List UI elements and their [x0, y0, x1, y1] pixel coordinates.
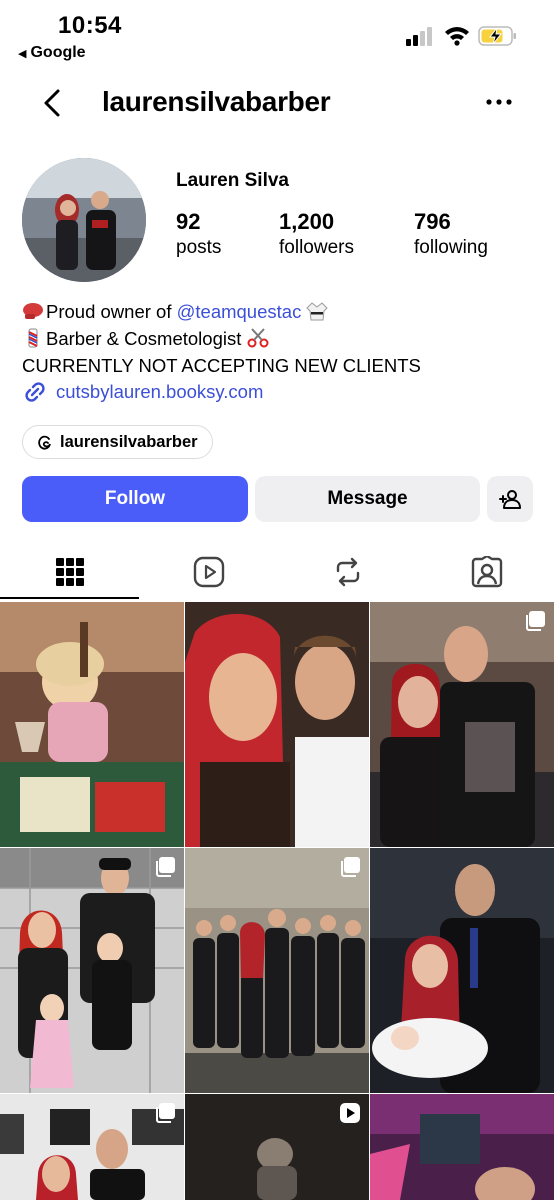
bio-line-2-text: Barber & Cosmetologist: [46, 328, 242, 349]
reels-icon: [193, 556, 224, 588]
bio-line-1: Proud owner of @teamquestac: [22, 298, 542, 325]
reposts-icon: [336, 557, 359, 587]
battery-icon: [478, 26, 516, 46]
status-time: 10:54: [58, 12, 122, 39]
post-thumbnail[interactable]: [370, 1094, 554, 1200]
profile-bio: Proud owner of @teamquestac Barber & Cos…: [22, 298, 542, 379]
follow-button[interactable]: Follow: [22, 476, 248, 522]
profile-external-link[interactable]: cutsbylauren.booksy.com: [22, 381, 263, 403]
post-thumbnail[interactable]: [0, 848, 184, 1093]
profile-nav-bar: laurensilvabarber: [0, 76, 555, 132]
stat-followers-label: followers: [279, 237, 354, 258]
wifi-icon: [445, 27, 469, 46]
stat-followers[interactable]: 1,200 followers: [279, 209, 354, 261]
post-thumbnail[interactable]: [0, 602, 184, 847]
post-image: [370, 602, 554, 847]
carousel-icon: [341, 857, 360, 877]
scissors-icon: [247, 328, 269, 348]
carousel-icon: [526, 611, 545, 631]
link-icon: [25, 382, 45, 402]
play-icon: [340, 1103, 360, 1123]
profile-full-name: Lauren Silva: [176, 170, 289, 191]
stat-following-label: following: [414, 237, 488, 258]
add-person-icon: [499, 490, 521, 509]
suggested-users-button[interactable]: [487, 476, 533, 522]
post-image: [0, 602, 184, 847]
profile-tabs: [0, 545, 555, 599]
post-image: [0, 848, 184, 1093]
back-to-app-link[interactable]: ◀ Google: [18, 44, 86, 62]
message-button[interactable]: Message: [255, 476, 480, 522]
post-image: [370, 1094, 554, 1200]
tagged-icon: [471, 556, 502, 588]
boxing-glove-icon: [23, 303, 43, 319]
martial-arts-uniform-icon: [306, 302, 329, 321]
tab-posts-grid[interactable]: [0, 545, 139, 599]
threads-handle: laurensilvabarber: [60, 432, 198, 451]
avatar-photo: [22, 158, 146, 282]
profile-avatar[interactable]: [22, 158, 146, 282]
post-thumbnail[interactable]: [0, 1094, 184, 1200]
ellipsis-icon[interactable]: [484, 90, 514, 114]
post-thumbnail[interactable]: [185, 1094, 369, 1200]
back-app-label: Google: [30, 44, 86, 61]
chevron-left-icon[interactable]: [40, 88, 66, 118]
stat-posts[interactable]: 92 posts: [176, 209, 221, 261]
tab-reels[interactable]: [139, 545, 278, 599]
grid-icon: [55, 558, 84, 586]
post-thumbnail[interactable]: [370, 602, 554, 847]
barber-pole-icon: [28, 328, 38, 348]
stat-posts-label: posts: [176, 237, 222, 258]
bio-line-1-text: Proud owner of: [46, 301, 177, 322]
stat-followers-count: 1,200: [279, 209, 335, 234]
back-triangle-icon: ◀: [18, 48, 27, 60]
post-image: [370, 848, 554, 1093]
post-thumbnail[interactable]: [370, 848, 554, 1093]
post-thumbnail[interactable]: [185, 848, 369, 1093]
profile-link-text: cutsbylauren.booksy.com: [56, 381, 264, 402]
profile-username: laurensilvabarber: [102, 86, 331, 117]
tab-tagged[interactable]: [417, 545, 555, 599]
threads-icon: [38, 435, 51, 450]
bio-mention-link[interactable]: @teamquestac: [177, 301, 302, 322]
carousel-icon: [156, 1103, 175, 1123]
post-image: [185, 602, 369, 847]
stat-following[interactable]: 796 following: [414, 209, 488, 261]
post-thumbnail[interactable]: [185, 602, 369, 847]
tab-reposts[interactable]: [278, 545, 417, 599]
threads-profile-button[interactable]: laurensilvabarber: [22, 425, 213, 459]
bio-line-3: CURRENTLY NOT ACCEPTING NEW CLIENTS: [22, 355, 421, 376]
bio-line-2: Barber & Cosmetologist: [22, 325, 542, 352]
post-image: [185, 848, 369, 1093]
status-bar: 10:54 ◀ Google: [0, 0, 555, 72]
stat-following-count: 796: [414, 209, 451, 234]
stat-posts-count: 92: [176, 209, 201, 234]
carousel-icon: [156, 857, 175, 877]
cellular-signal-icon: [406, 27, 432, 46]
